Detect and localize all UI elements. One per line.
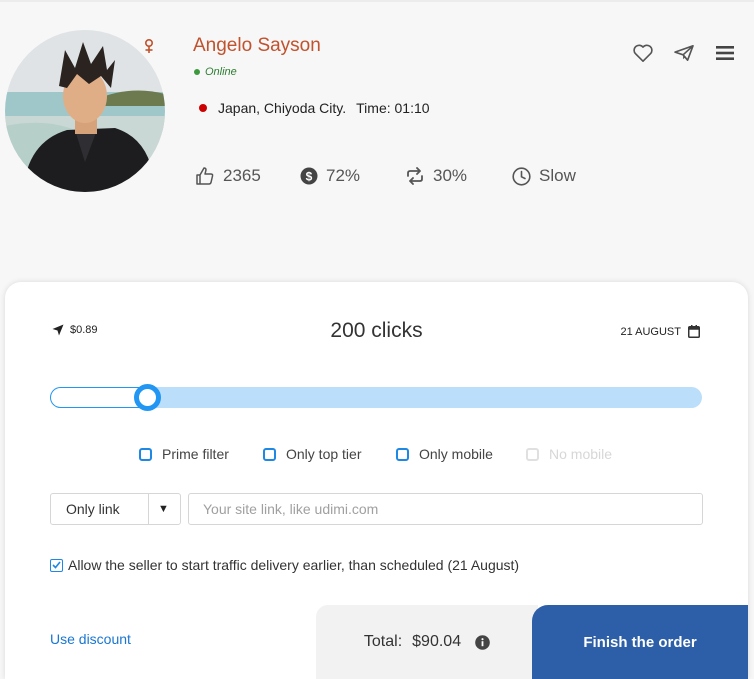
online-label: Online	[205, 66, 237, 78]
location-text: Japan, Chiyoda City.	[218, 100, 347, 116]
online-dot	[194, 69, 200, 75]
seller-location: Japan, Chiyoda City. Time: 01:10	[199, 100, 430, 116]
avatar	[5, 30, 165, 192]
link-type-select[interactable]: Only link ▼	[50, 493, 181, 525]
checkbox-box[interactable]	[396, 447, 409, 461]
country-dot	[199, 104, 207, 112]
menu-icon[interactable]	[712, 42, 738, 64]
stat-likes: 2365	[195, 166, 261, 186]
site-link-input[interactable]	[188, 493, 703, 525]
check-icon[interactable]	[50, 558, 63, 572]
link-type-value: Only link	[66, 501, 120, 517]
clock-icon	[512, 166, 531, 186]
total-amount: $90.04	[412, 633, 462, 650]
clicks-slider[interactable]	[50, 384, 702, 411]
prime-filter-checkbox[interactable]: Prime filter	[139, 446, 229, 462]
allow-early-checkbox[interactable]: Allow the seller to start traffic delive…	[50, 557, 519, 573]
prime-filter-label: Prime filter	[162, 446, 229, 462]
top-tier-checkbox[interactable]: Only top tier	[263, 446, 361, 462]
stat-sales: $ 72%	[300, 166, 360, 186]
thumbs-up-icon	[196, 167, 214, 185]
stat-speed: Slow	[512, 166, 576, 186]
speed-label: Slow	[539, 166, 576, 185]
stat-repeat: 30%	[405, 166, 467, 186]
order-total: Total: $90.04	[316, 605, 538, 679]
seller-name[interactable]: Angelo Sayson	[193, 35, 321, 57]
order-card: $0.89 200 clicks 21 AUGUST Prime filter …	[5, 282, 748, 679]
local-time: Time: 01:10	[356, 100, 430, 116]
info-icon[interactable]	[475, 634, 490, 650]
only-mobile-label: Only mobile	[419, 446, 493, 462]
checkbox-box	[526, 447, 539, 461]
use-discount-link[interactable]: Use discount	[50, 631, 131, 647]
no-mobile-checkbox: No mobile	[526, 446, 612, 462]
only-mobile-checkbox[interactable]: Only mobile	[396, 446, 493, 462]
slider-fill	[50, 387, 148, 408]
total-label: Total:	[363, 633, 403, 650]
checkbox-box[interactable]	[139, 447, 152, 461]
allow-early-label: Allow the seller to start traffic delive…	[68, 557, 520, 573]
send-icon[interactable]	[671, 42, 697, 64]
gender-icon	[144, 38, 154, 53]
sales-percent: 72%	[326, 166, 361, 185]
likes-count: 2365	[223, 166, 261, 185]
repeat-icon	[407, 167, 423, 185]
dropdown-arrow-icon[interactable]: ▼	[158, 503, 169, 515]
select-divider	[148, 494, 149, 524]
profile-actions	[630, 42, 738, 64]
finish-order-button[interactable]: Finish the order	[532, 605, 748, 679]
online-status: Online	[194, 66, 237, 78]
top-divider	[0, 0, 754, 2]
repeat-percent: 30%	[433, 166, 468, 185]
checkbox-box[interactable]	[263, 447, 276, 461]
date-label: 21 AUGUST	[620, 325, 681, 338]
no-mobile-label: No mobile	[549, 446, 613, 462]
date-picker[interactable]: 21 AUGUST	[620, 325, 700, 338]
svg-text:$: $	[306, 169, 313, 183]
dollar-icon: $	[300, 167, 318, 185]
top-tier-label: Only top tier	[286, 446, 362, 462]
heart-icon[interactable]	[630, 42, 656, 64]
calendar-icon[interactable]	[688, 325, 700, 338]
